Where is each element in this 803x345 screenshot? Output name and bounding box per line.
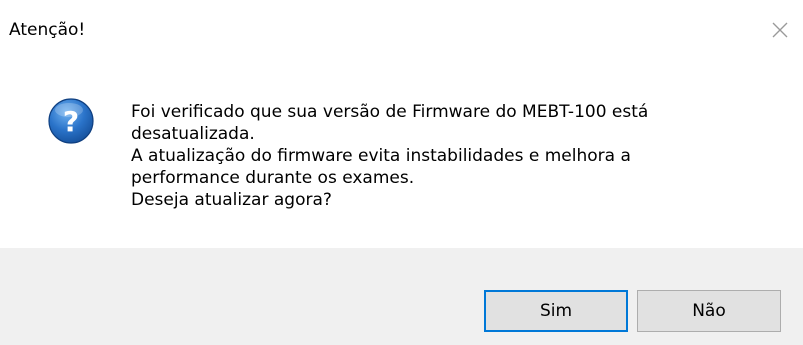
close-button[interactable] [760, 10, 800, 50]
close-icon [770, 20, 790, 40]
svg-text:?: ? [63, 105, 79, 138]
message-line: performance durante os exames. [131, 168, 415, 188]
no-button[interactable]: Não [637, 290, 781, 332]
message-dialog: Atenção! ? Foi verificado que sua versão [0, 0, 803, 345]
yes-button[interactable]: Sim [484, 290, 628, 332]
question-icon: ? [47, 97, 95, 145]
dialog-title: Atenção! [9, 20, 86, 40]
message-line: Deseja atualizar agora? [131, 190, 332, 210]
message-line: desatualizada. [131, 124, 255, 144]
message-line: A atualização do firmware evita instabil… [131, 146, 631, 166]
message-line: Foi verificado que sua versão de Firmwar… [131, 102, 649, 122]
dialog-message: Foi verificado que sua versão de Firmwar… [131, 101, 781, 211]
